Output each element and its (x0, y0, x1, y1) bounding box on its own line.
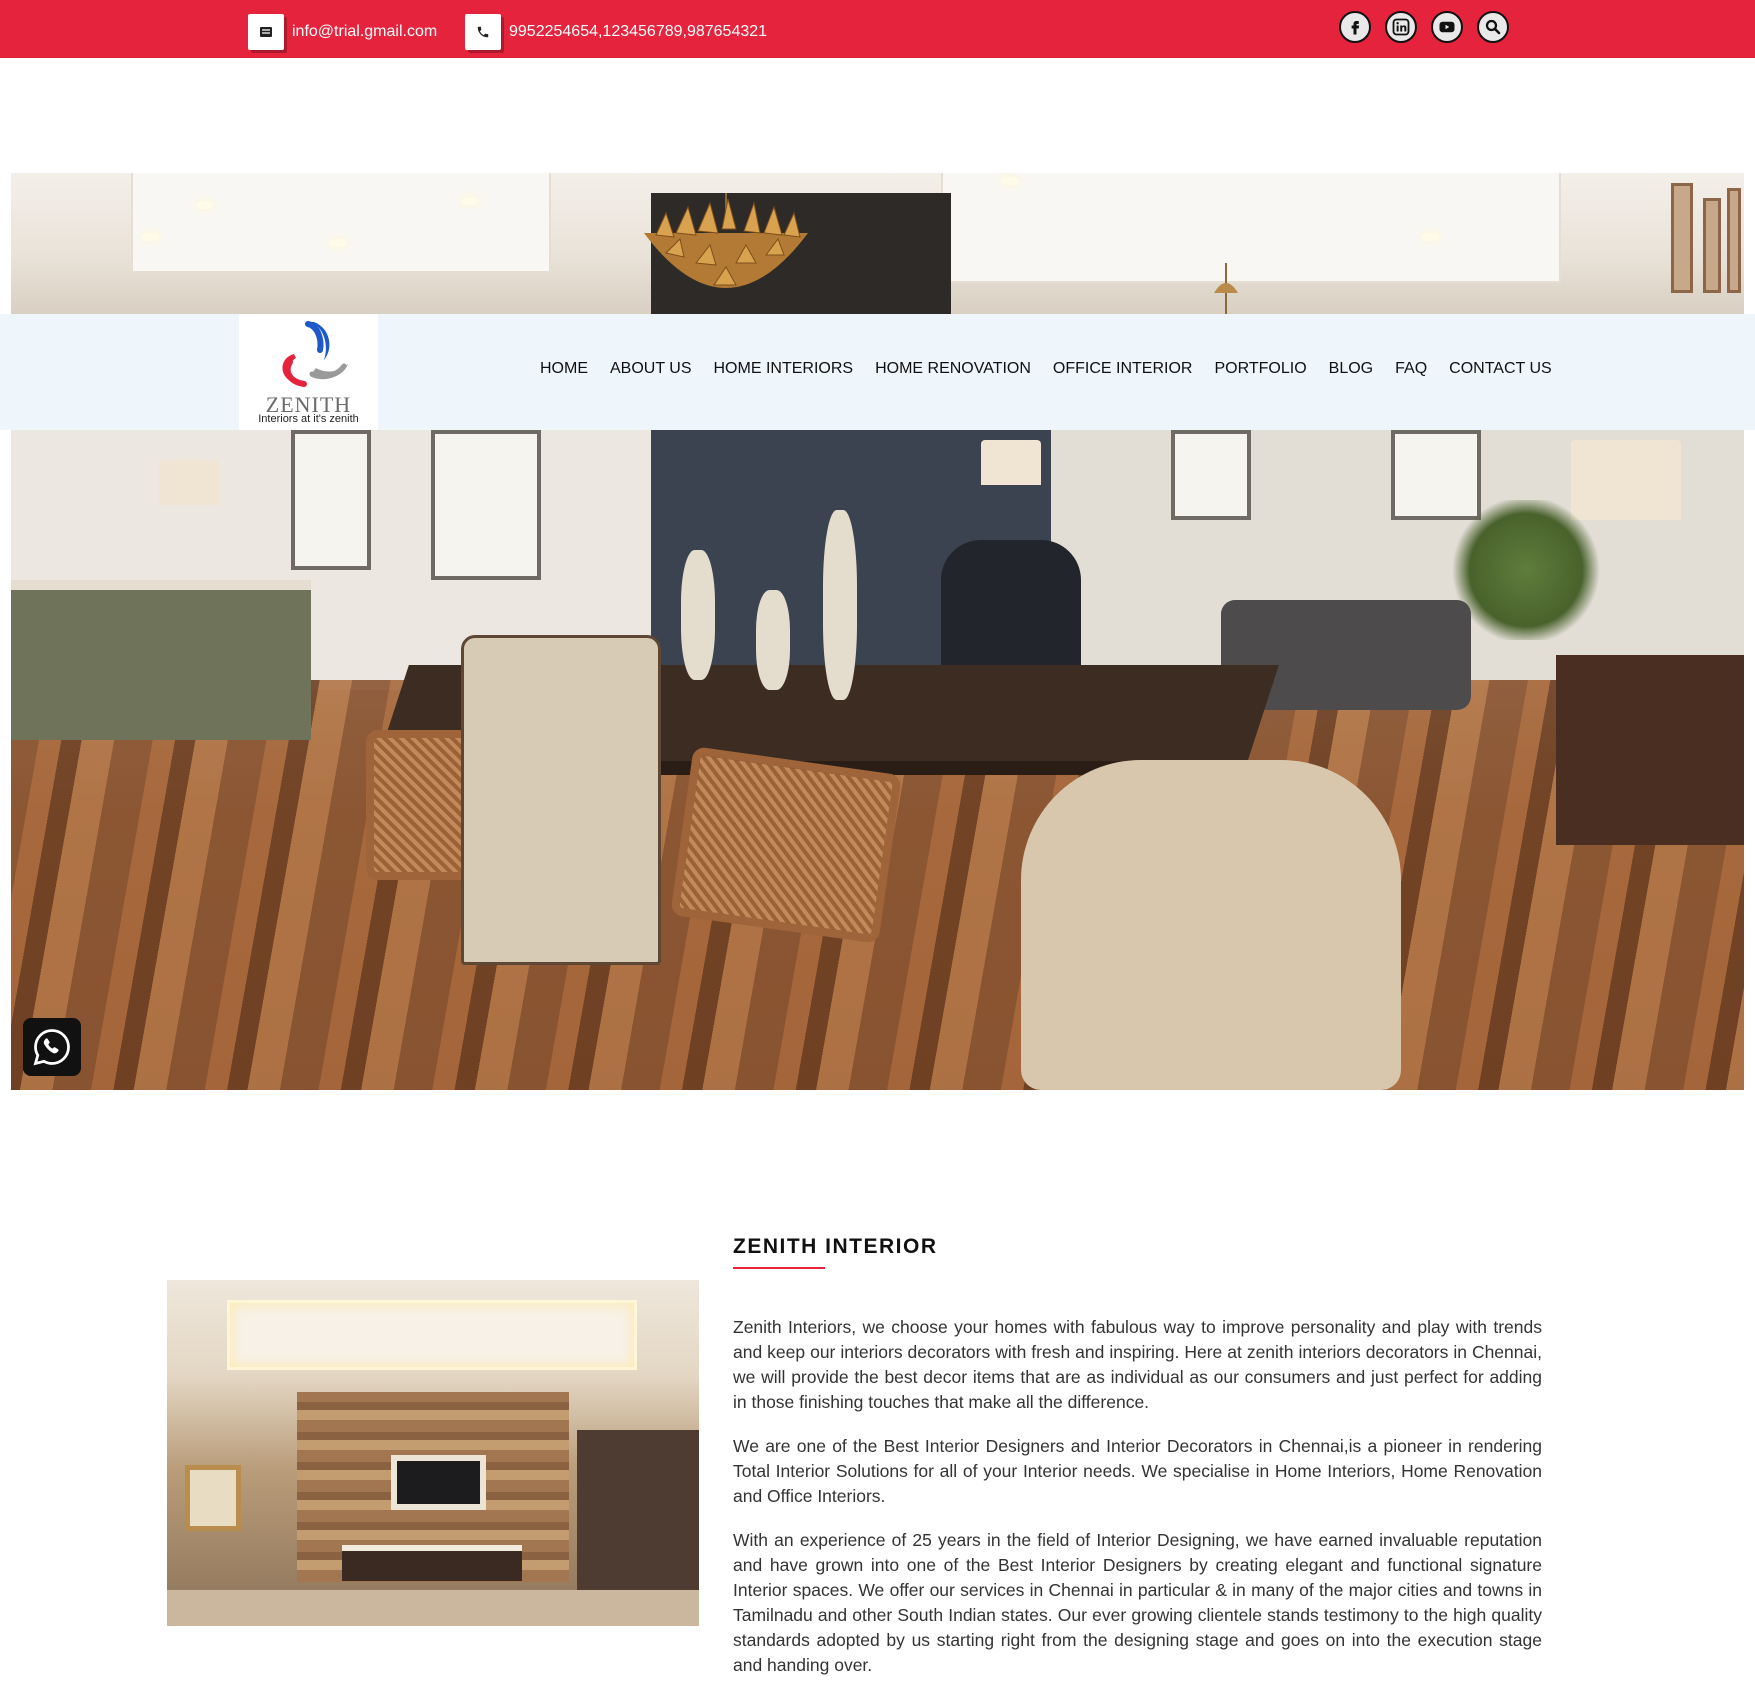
hero-ceiling-image (11, 173, 1744, 314)
chandelier (644, 193, 808, 288)
nav-item-blog[interactable]: BLOG (1318, 360, 1384, 378)
candle-holder (823, 510, 857, 700)
tv-screen (391, 1455, 486, 1510)
about-paragraph: Zenith Interiors, we choose your homes w… (733, 1317, 1542, 1412)
wall-frame (1671, 183, 1693, 293)
sideboard (1556, 655, 1744, 845)
ceiling-light (141, 233, 159, 241)
about-paragraph: With an experience of 25 years in the fi… (733, 1530, 1542, 1675)
nav-item-home-interiors[interactable]: HOME INTERIORS (703, 360, 865, 378)
window (1171, 430, 1251, 520)
armchair (1021, 760, 1401, 1090)
false-ceiling (227, 1300, 637, 1370)
phone-contact[interactable]: 9952254654,123456789,987654321 (465, 14, 767, 50)
wall-frame (1703, 198, 1721, 293)
table-lamp (981, 440, 1041, 485)
youtube-icon[interactable] (1431, 11, 1463, 43)
whatsapp-icon[interactable] (23, 1018, 81, 1076)
about-title: ZENITH INTERIOR (733, 1235, 938, 1258)
title-underline (733, 1267, 825, 1269)
logo-mark-icon (282, 321, 348, 387)
pendant-lamp (1214, 263, 1238, 314)
phone-icon (465, 14, 501, 50)
ceiling-light (1421, 233, 1439, 241)
email-contact[interactable]: info@trial.gmail.com (248, 14, 437, 50)
candle-holder (681, 550, 715, 680)
nav-item-portfolio[interactable]: PORTFOLIO (1203, 360, 1317, 378)
search-icon[interactable] (1477, 11, 1509, 43)
table-lamp (159, 460, 219, 505)
nav-menu: HOME ABOUT US HOME INTERIORS HOME RENOVA… (540, 360, 1563, 378)
about-body: Zenith Interiors, we choose your homes w… (733, 1315, 1542, 1686)
nav-item-home-renovation[interactable]: HOME RENOVATION (864, 360, 1042, 378)
kitchen-island (11, 580, 311, 740)
ceiling-light (329, 239, 347, 247)
top-contact-bar: info@trial.gmail.com 9952254654,12345678… (0, 0, 1755, 58)
nav-item-office-interior[interactable]: OFFICE INTERIOR (1042, 360, 1204, 378)
wall-frame (1727, 188, 1741, 293)
nav-item-contact-us[interactable]: CONTACT US (1438, 360, 1563, 378)
floor (167, 1590, 699, 1626)
about-paragraph: We are one of the Best Interior Designer… (733, 1436, 1542, 1506)
upholstered-chair (461, 635, 661, 965)
wall-picture (185, 1465, 241, 1531)
plant (1451, 500, 1601, 640)
linkedin-icon[interactable] (1385, 11, 1417, 43)
ceiling-panel (941, 173, 1561, 283)
nav-item-faq[interactable]: FAQ (1384, 360, 1438, 378)
email-text[interactable]: info@trial.gmail.com (292, 23, 437, 41)
logo-tagline: Interiors at it's zenith (258, 413, 359, 425)
facebook-icon[interactable] (1339, 11, 1371, 43)
tv-unit (342, 1545, 522, 1581)
envelope-icon (248, 14, 284, 50)
about-living-room-image (167, 1280, 699, 1626)
phone-text[interactable]: 9952254654,123456789,987654321 (509, 23, 767, 41)
ceiling-light (196, 201, 214, 209)
candle-holder (756, 590, 790, 690)
ceiling-light (461, 197, 479, 205)
cane-chair (670, 746, 902, 944)
hero-dining-room-image (11, 430, 1744, 1090)
ceiling-panel (131, 173, 551, 273)
social-links (1339, 11, 1509, 43)
nav-item-about-us[interactable]: ABOUT US (599, 360, 703, 378)
site-logo[interactable]: ZENITH Interiors at it's zenith (239, 314, 378, 430)
window (291, 430, 371, 570)
nav-item-home[interactable]: HOME (540, 360, 599, 378)
ceiling-light (1001, 177, 1019, 185)
window (431, 430, 541, 580)
